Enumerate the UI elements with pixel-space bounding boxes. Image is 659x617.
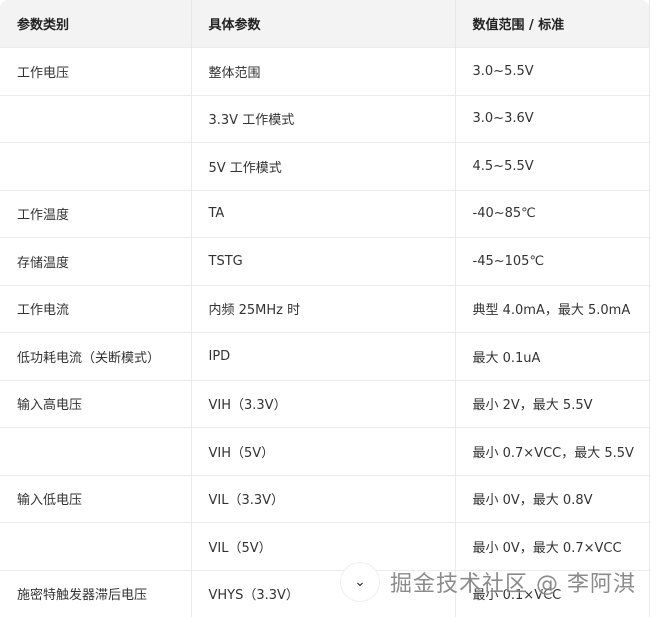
spec-table: 参数类别 具体参数 数值范围 / 标准 工作电压 整体范围 3.0~5.5V 3.3V… [0, 0, 650, 617]
cell-value: 最小 0.7×VCC，最大 5.5V [455, 427, 650, 475]
cell-category [0, 427, 192, 475]
table-row: 3.3V 工作模式 3.0~3.6V [0, 94, 650, 143]
cell-category: 施密特触发器滞后电压 [0, 569, 192, 617]
cell-value: 最大 0.1uA [455, 332, 650, 380]
cell-value: 最小 2V，最大 5.5V [455, 379, 650, 428]
cell-parameter: VIH（3.3V） [191, 379, 456, 428]
cell-parameter: IPD [191, 332, 456, 380]
cell-value: -45~105℃ [455, 237, 650, 285]
watermark: ⌄ 掘金技术社区 @ 李阿淇 [340, 562, 636, 602]
cell-category: 工作温度 [0, 189, 192, 238]
table-row: 输入高电压 VIH（3.3V） 最小 2V，最大 5.5V [0, 379, 650, 428]
scroll-down-button[interactable]: ⌄ [340, 562, 380, 602]
table-row: 工作电压 整体范围 3.0~5.5V [0, 47, 650, 95]
table-row: VIH（5V） 最小 0.7×VCC，最大 5.5V [0, 427, 650, 475]
cell-parameter: 整体范围 [191, 47, 456, 95]
watermark-text: 掘金技术社区 @ 李阿淇 [390, 572, 636, 597]
table-row: 存储温度 TSTG -45~105℃ [0, 237, 650, 285]
cell-value: -40~85℃ [455, 189, 650, 238]
cell-category: 工作电压 [0, 47, 192, 95]
cell-parameter: 内频 25MHz 时 [191, 284, 456, 333]
table-row: 低功耗电流（关断模式） IPD 最大 0.1uA [0, 332, 650, 380]
cell-parameter: 3.3V 工作模式 [191, 94, 456, 143]
cell-parameter: TA [191, 189, 456, 238]
cell-category: 输入高电压 [0, 379, 192, 428]
cell-parameter: VIH（5V） [191, 427, 456, 475]
cell-value: 3.0~3.6V [455, 94, 650, 143]
table-header-row: 参数类别 具体参数 数值范围 / 标准 [0, 0, 650, 48]
cell-category: 低功耗电流（关断模式） [0, 332, 192, 380]
header-parameter: 具体参数 [191, 0, 456, 48]
header-category: 参数类别 [0, 0, 192, 48]
cell-value: 典型 4.0mA，最大 5.0mA [455, 284, 650, 333]
cell-value: 3.0~5.5V [455, 47, 650, 95]
cell-parameter: VIL（3.3V） [191, 474, 456, 523]
cell-category: 输入低电压 [0, 474, 192, 523]
table-row: 工作电流 内频 25MHz 时典型 4.0mA，最大 5.0mA [0, 284, 650, 333]
cell-category: 工作电流 [0, 284, 192, 333]
cell-value: 4.5~5.5V [455, 142, 650, 190]
cell-parameter: TSTG [191, 237, 456, 285]
chevron-down-icon: ⌄ [354, 574, 366, 590]
cell-category [0, 142, 192, 190]
table-row: 输入低电压 VIL（3.3V） 最小 0V，最大 0.8V [0, 474, 650, 523]
cell-category [0, 94, 192, 143]
cell-value: 最小 0V，最大 0.8V [455, 474, 650, 523]
cell-category [0, 522, 192, 570]
cell-parameter: 5V 工作模式 [191, 142, 456, 190]
header-value: 数值范围 / 标准 [455, 0, 650, 48]
table-row: 5V 工作模式 4.5~5.5V [0, 142, 650, 190]
cell-category: 存储温度 [0, 237, 192, 285]
table-row: 工作温度 TA -40~85℃ [0, 189, 650, 238]
